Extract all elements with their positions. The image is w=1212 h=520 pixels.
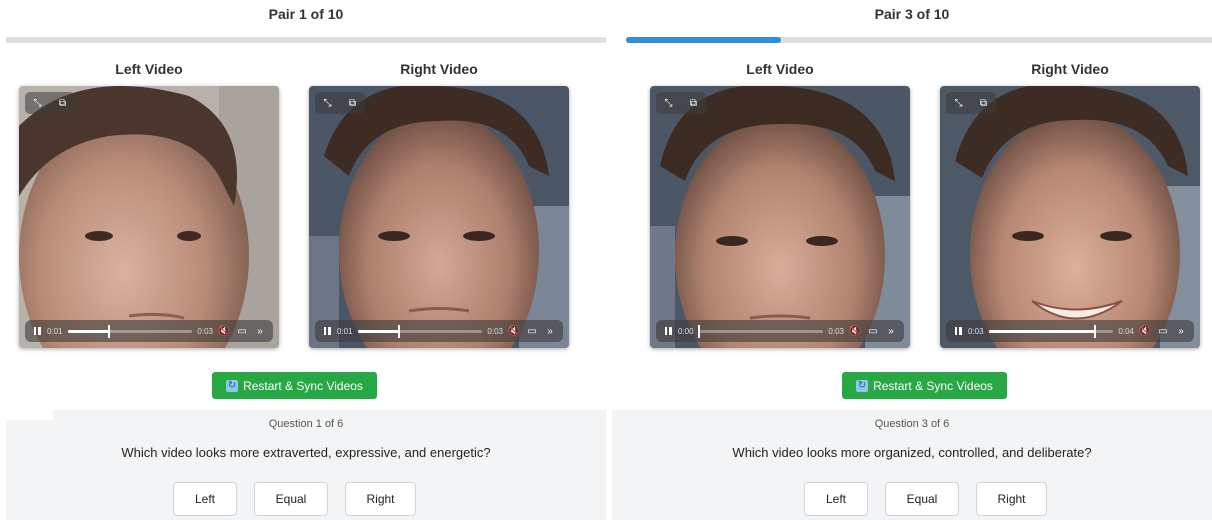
question-text: Which video looks more organized, contro…	[732, 445, 1092, 460]
current-time: 0:03	[968, 326, 984, 336]
question-counter: Question 1 of 6	[268, 418, 344, 430]
current-time: 0:01	[337, 326, 353, 336]
choice-left-button[interactable]: Left	[173, 482, 237, 516]
double-chevron-icon[interactable]: »	[884, 324, 898, 338]
muted-speaker-icon[interactable]: 🔇	[217, 324, 231, 338]
double-chevron-icon[interactable]: »	[253, 324, 267, 338]
seek-handle[interactable]	[1093, 324, 1096, 338]
pair-title: Pair 3 of 10	[874, 6, 950, 22]
comparison-panel-2: Pair 3 of 10 Left Video Right Video ⤡ ⧉ …	[612, 0, 1212, 520]
muted-speaker-icon[interactable]: 🔇	[848, 324, 862, 338]
seek-slider[interactable]	[357, 324, 483, 338]
comparison-panel-1: Pair 1 of 10 Left Video Right Video ⤡ ⧉ …	[0, 0, 612, 520]
progress-fill	[626, 37, 782, 43]
restart-sync-button[interactable]: ↻ Restart & Sync Videos	[842, 372, 1007, 399]
fullscreen-icon[interactable]: ⤡	[952, 96, 966, 110]
question-area: Question 3 of 6 Which video looks more o…	[612, 410, 1212, 520]
seek-handle[interactable]	[397, 324, 400, 338]
seek-slider[interactable]	[67, 324, 193, 338]
question-counter: Question 3 of 6	[874, 418, 950, 430]
airplay-icon[interactable]: ▭	[235, 324, 249, 338]
sync-icon: ↻	[226, 379, 239, 392]
progress-bar	[626, 37, 1212, 43]
pause-icon[interactable]	[31, 325, 43, 337]
right-video-label: Right Video	[400, 61, 478, 77]
double-chevron-icon[interactable]: »	[543, 324, 557, 338]
fullscreen-icon[interactable]: ⤡	[662, 96, 676, 110]
right-video-player[interactable]: ⤡ ⧉ 0:03 0:04 🔇 ▭ »	[940, 86, 1200, 348]
video-control-bar: 0:01 0:03 🔇 ▭ »	[25, 320, 273, 342]
pause-icon[interactable]	[952, 325, 964, 337]
muted-speaker-icon[interactable]: 🔇	[507, 324, 521, 338]
pair-title: Pair 1 of 10	[268, 6, 344, 22]
airplay-icon[interactable]: ▭	[1156, 324, 1170, 338]
left-video-label: Left Video	[115, 61, 183, 77]
video-frame	[650, 86, 910, 348]
seek-played	[988, 329, 1095, 333]
picture-in-picture-icon[interactable]: ⧉	[977, 96, 991, 110]
video-corner-controls: ⤡ ⧉	[946, 92, 996, 114]
question-text: Which video looks more extraverted, expr…	[121, 445, 491, 460]
video-control-bar: 0:03 0:04 🔇 ▭ »	[946, 320, 1194, 342]
video-corner-controls: ⤡ ⧉	[315, 92, 365, 114]
left-video-player[interactable]: ⤡ ⧉ 0:01 0:03 🔇 ▭ »	[19, 86, 279, 348]
restart-sync-label: Restart & Sync Videos	[243, 378, 363, 393]
double-chevron-icon[interactable]: »	[1174, 324, 1188, 338]
right-video-label: Right Video	[1031, 61, 1109, 77]
video-corner-controls: ⤡ ⧉	[656, 92, 706, 114]
seek-slider[interactable]	[697, 324, 824, 338]
left-video-label: Left Video	[746, 61, 814, 77]
choice-right-button[interactable]: Right	[345, 482, 416, 516]
duration: 0:04	[1118, 326, 1134, 336]
choice-equal-button[interactable]: Equal	[254, 482, 328, 516]
muted-speaker-icon[interactable]: 🔇	[1138, 324, 1152, 338]
airplay-icon[interactable]: ▭	[525, 324, 539, 338]
restart-sync-button[interactable]: ↻ Restart & Sync Videos	[212, 372, 377, 399]
current-time: 0:01	[47, 326, 63, 336]
picture-in-picture-icon[interactable]: ⧉	[56, 96, 70, 110]
left-video-player[interactable]: ⤡ ⧉ 0:00 0:03 🔇 ▭ »	[650, 86, 910, 348]
video-frame	[309, 86, 569, 348]
seek-handle[interactable]	[107, 324, 110, 338]
fullscreen-icon[interactable]: ⤡	[321, 96, 335, 110]
duration: 0:03	[487, 326, 503, 336]
choice-right-button[interactable]: Right	[976, 482, 1047, 516]
right-video-player[interactable]: ⤡ ⧉ 0:01 0:03 🔇 ▭ »	[309, 86, 569, 348]
pause-icon[interactable]	[321, 325, 333, 337]
duration: 0:03	[828, 326, 844, 336]
sync-icon: ↻	[856, 379, 869, 392]
seek-slider[interactable]	[988, 324, 1114, 338]
restart-sync-label: Restart & Sync Videos	[873, 378, 993, 393]
fullscreen-icon[interactable]: ⤡	[31, 96, 45, 110]
picture-in-picture-icon[interactable]: ⧉	[687, 96, 701, 110]
choice-equal-button[interactable]: Equal	[885, 482, 959, 516]
airplay-icon[interactable]: ▭	[866, 324, 880, 338]
video-frame	[940, 86, 1200, 348]
video-control-bar: 0:01 0:03 🔇 ▭ »	[315, 320, 563, 342]
current-time: 0:00	[678, 326, 694, 336]
pause-icon[interactable]	[662, 325, 674, 337]
duration: 0:03	[197, 326, 213, 336]
progress-bar	[6, 37, 606, 43]
picture-in-picture-icon[interactable]: ⧉	[346, 96, 360, 110]
seek-played	[357, 329, 399, 333]
seek-played	[67, 329, 109, 333]
seek-handle[interactable]	[697, 324, 700, 338]
video-control-bar: 0:00 0:03 🔇 ▭ »	[656, 320, 904, 342]
video-frame	[19, 86, 279, 348]
video-corner-controls: ⤡ ⧉	[25, 92, 75, 114]
question-area: Question 1 of 6 Which video looks more e…	[6, 410, 606, 520]
choice-left-button[interactable]: Left	[804, 482, 868, 516]
